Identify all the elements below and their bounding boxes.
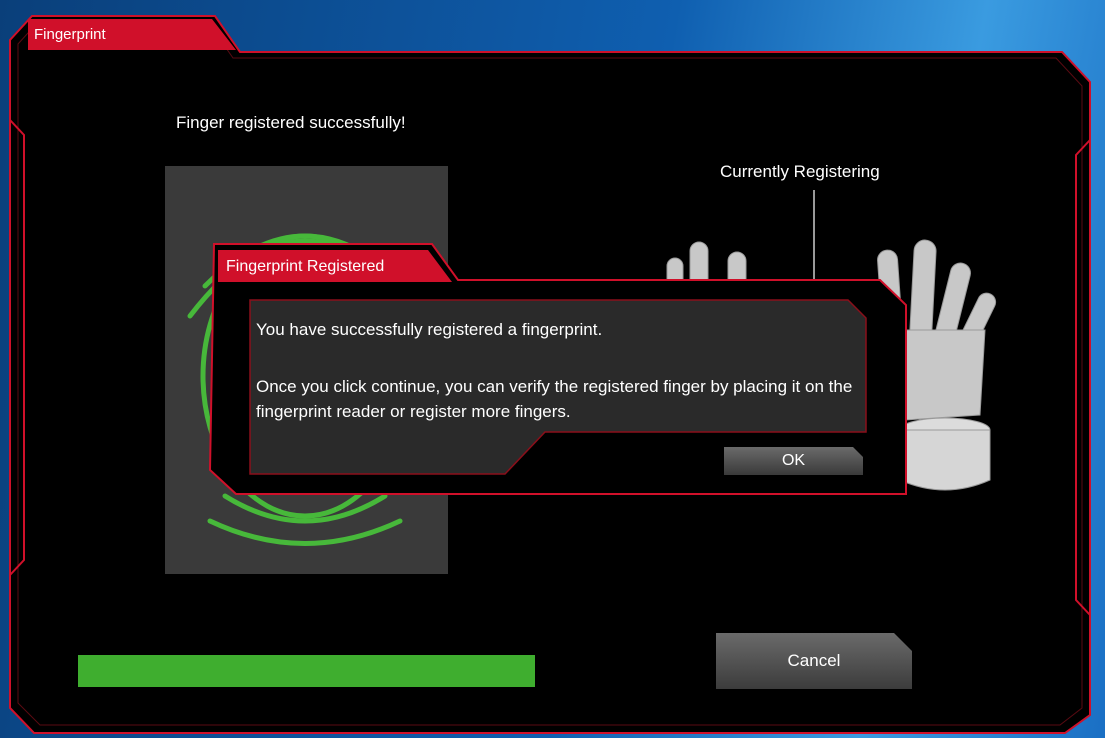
- fingerprint-registered-dialog: Fingerprint Registered You have successf…: [0, 0, 1105, 738]
- dialog-message-line2: Once you click continue, you can verify …: [256, 377, 853, 421]
- dialog-title: Fingerprint Registered: [226, 258, 385, 275]
- dialog-frame: [208, 243, 907, 495]
- dialog-message-line1: You have successfully registered a finge…: [256, 320, 603, 339]
- ok-button[interactable]: OK: [724, 447, 863, 475]
